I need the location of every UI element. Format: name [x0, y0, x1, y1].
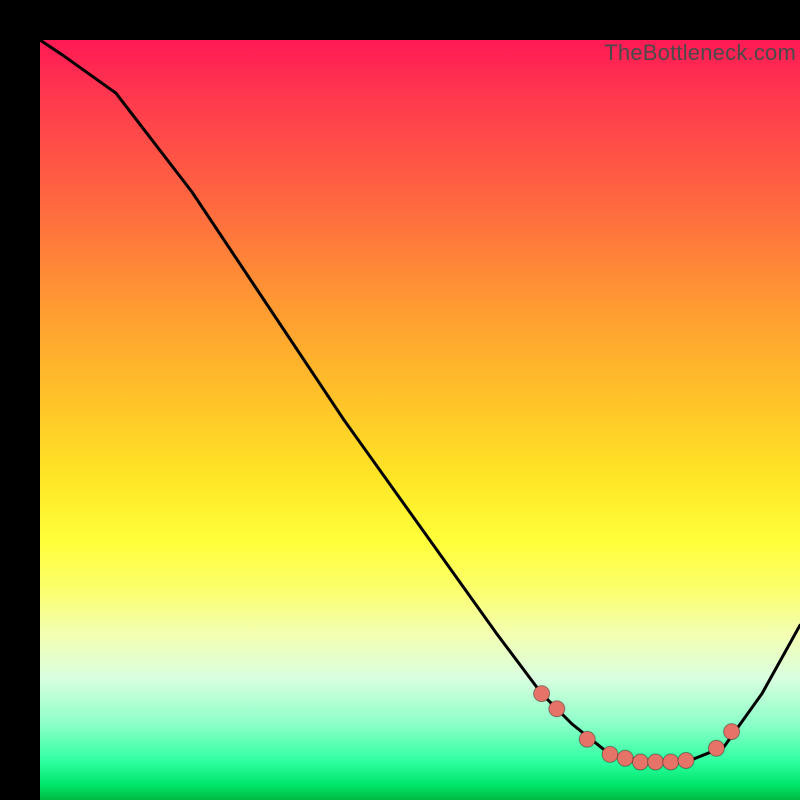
highlight-dot: [602, 746, 618, 762]
highlight-dots-group: [534, 686, 740, 770]
highlight-dot: [663, 754, 679, 770]
highlight-dot: [549, 701, 565, 717]
highlight-dot: [708, 740, 724, 756]
highlight-dot: [617, 750, 633, 766]
highlight-dot: [678, 753, 694, 769]
highlight-dot: [724, 724, 740, 740]
highlight-dot: [632, 754, 648, 770]
highlight-dot: [579, 731, 595, 747]
highlight-dot: [648, 754, 664, 770]
bottleneck-curve: [40, 40, 800, 762]
chart-frame: TheBottleneck.com: [0, 0, 800, 800]
chart-plot-area: TheBottleneck.com: [40, 40, 800, 800]
highlight-dot: [534, 686, 550, 702]
chart-svg: [40, 40, 800, 800]
